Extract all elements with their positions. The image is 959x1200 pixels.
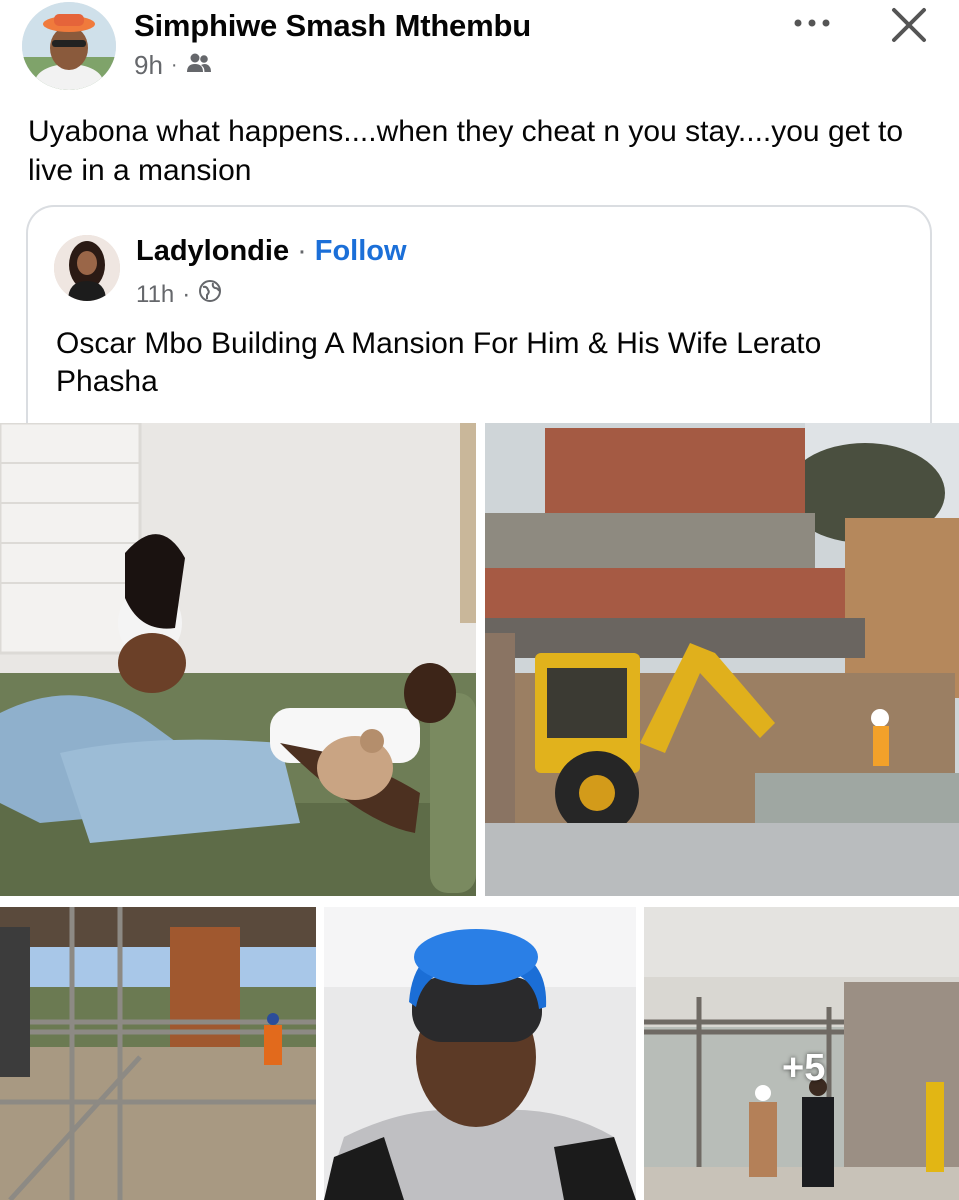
meta-separator: · — [170, 54, 178, 76]
post-time[interactable]: 9h — [134, 50, 163, 81]
more-options-button[interactable] — [788, 8, 836, 38]
shared-author-name[interactable]: Ladylondie — [136, 235, 289, 268]
meta-separator: · — [182, 280, 191, 308]
shared-post-text: Oscar Mbo Building A Mansion For Him & H… — [56, 327, 822, 398]
shared-header: Ladylondie · Follow — [136, 235, 407, 268]
author-name[interactable]: Simphiwe Smash Mthembu — [134, 8, 531, 44]
scaffolding-photo[interactable] — [0, 907, 316, 1200]
post-text: Uyabona what happens....when they cheat … — [28, 115, 904, 187]
close-button[interactable] — [886, 2, 932, 48]
interior-construction-photo[interactable]: +5 — [644, 907, 959, 1200]
man-helmet-selfie-photo[interactable] — [324, 907, 636, 1200]
post-header: Simphiwe Smash Mthembu 9h · — [0, 0, 959, 110]
more-photos-count[interactable]: +5 — [782, 1047, 825, 1090]
shared-time[interactable]: 11h — [136, 281, 174, 309]
shared-author-avatar[interactable] — [54, 235, 120, 301]
post-meta: 9h · — [134, 50, 212, 81]
author-avatar[interactable] — [22, 2, 116, 90]
more-icon — [794, 19, 830, 27]
close-icon — [892, 8, 926, 42]
name-separator: · — [297, 235, 307, 267]
friends-icon[interactable] — [186, 50, 212, 81]
couple-photo[interactable] — [0, 423, 476, 896]
construction-excavator-photo[interactable] — [485, 423, 959, 896]
globe-icon[interactable] — [198, 279, 222, 310]
shared-meta: 11h · — [136, 279, 222, 310]
follow-button[interactable]: Follow — [315, 235, 407, 268]
shared-post-card[interactable]: Ladylondie · Follow 11h · Oscar Mbo Buil… — [26, 205, 932, 445]
